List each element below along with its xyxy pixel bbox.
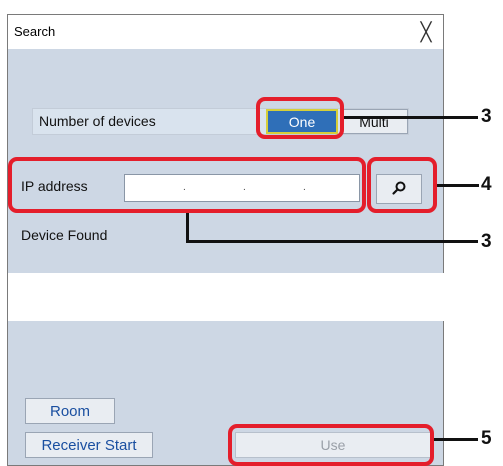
top-partial-heading [6,0,186,6]
leader-line [186,213,189,243]
leader-line [186,240,478,243]
number-of-devices-label: Number of devices [39,113,156,129]
close-icon[interactable]: ╳ [409,15,443,49]
callout-one-outline [256,97,344,139]
callout-number: 4 [481,174,492,195]
leader-line [344,116,478,119]
number-of-devices-row: Number of devices One Multi [32,108,409,135]
callout-number: 5 [481,428,492,449]
callout-number: 3 [481,106,492,127]
room-button[interactable]: Room [25,398,115,424]
leader-line [434,438,478,441]
callout-number: 3 [481,231,492,252]
callout-search-outline [367,157,437,213]
callout-use-outline [228,424,434,466]
receiver-start-button[interactable]: Receiver Start [25,432,153,458]
multi-button[interactable]: Multi [340,109,408,134]
device-found-list[interactable] [8,273,444,321]
leader-line [437,184,479,187]
titlebar: Search ╳ [8,15,443,49]
callout-ip-outline [8,157,366,213]
device-found-label: Device Found [21,227,108,243]
dialog-title: Search [14,24,56,39]
